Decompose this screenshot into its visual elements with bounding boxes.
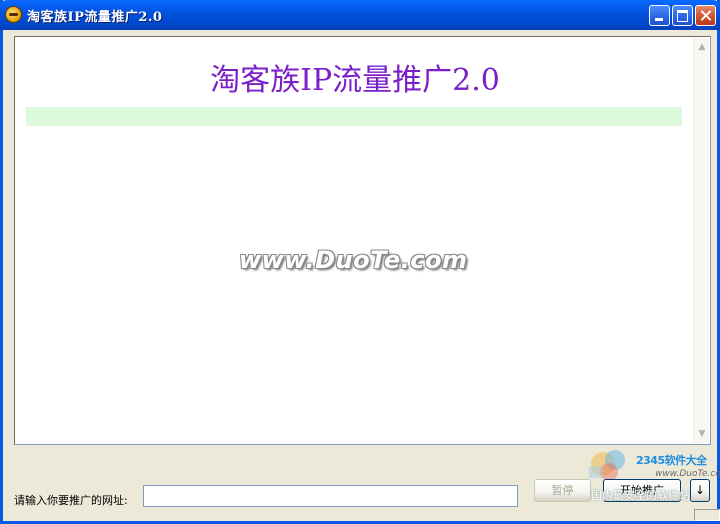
brand-slogan: 国内最安全的软件站 [591,489,690,502]
window-title: 淘客族IP流量推广2.0 [27,10,163,25]
brand-name: 2345软件大全 [636,454,707,467]
app-window: 淘客族IP流量推广2.0 淘客族IP流量推广2.0 ▲ ▼ www.DuoTe.… [0,0,720,524]
minimize-button[interactable] [649,5,670,26]
url-label: 请输入你要推广的网址: [14,494,128,507]
app-heading: 淘客族IP流量推广2.0 [210,63,500,98]
duote-watermark: www.DuoTe.com [239,246,468,274]
size-grip[interactable] [694,509,720,521]
log-panel: 淘客族IP流量推广2.0 ▲ ▼ [14,36,711,445]
brand-url: www.DuoTe.com [655,469,720,479]
title-bar[interactable]: 淘客族IP流量推广2.0 [0,0,720,30]
app-icon[interactable] [5,6,22,23]
scroll-down-icon[interactable]: ▼ [695,427,709,441]
url-input[interactable] [143,485,518,507]
pause-button[interactable]: 暂停 [534,479,591,502]
maximize-button[interactable] [672,5,693,26]
close-button[interactable] [695,5,716,26]
vertical-scrollbar[interactable]: ▲ ▼ [693,38,709,443]
progress-bar [26,107,682,126]
dropdown-arrow-button[interactable]: ↓ [690,479,710,502]
scroll-up-icon[interactable]: ▲ [695,40,709,54]
